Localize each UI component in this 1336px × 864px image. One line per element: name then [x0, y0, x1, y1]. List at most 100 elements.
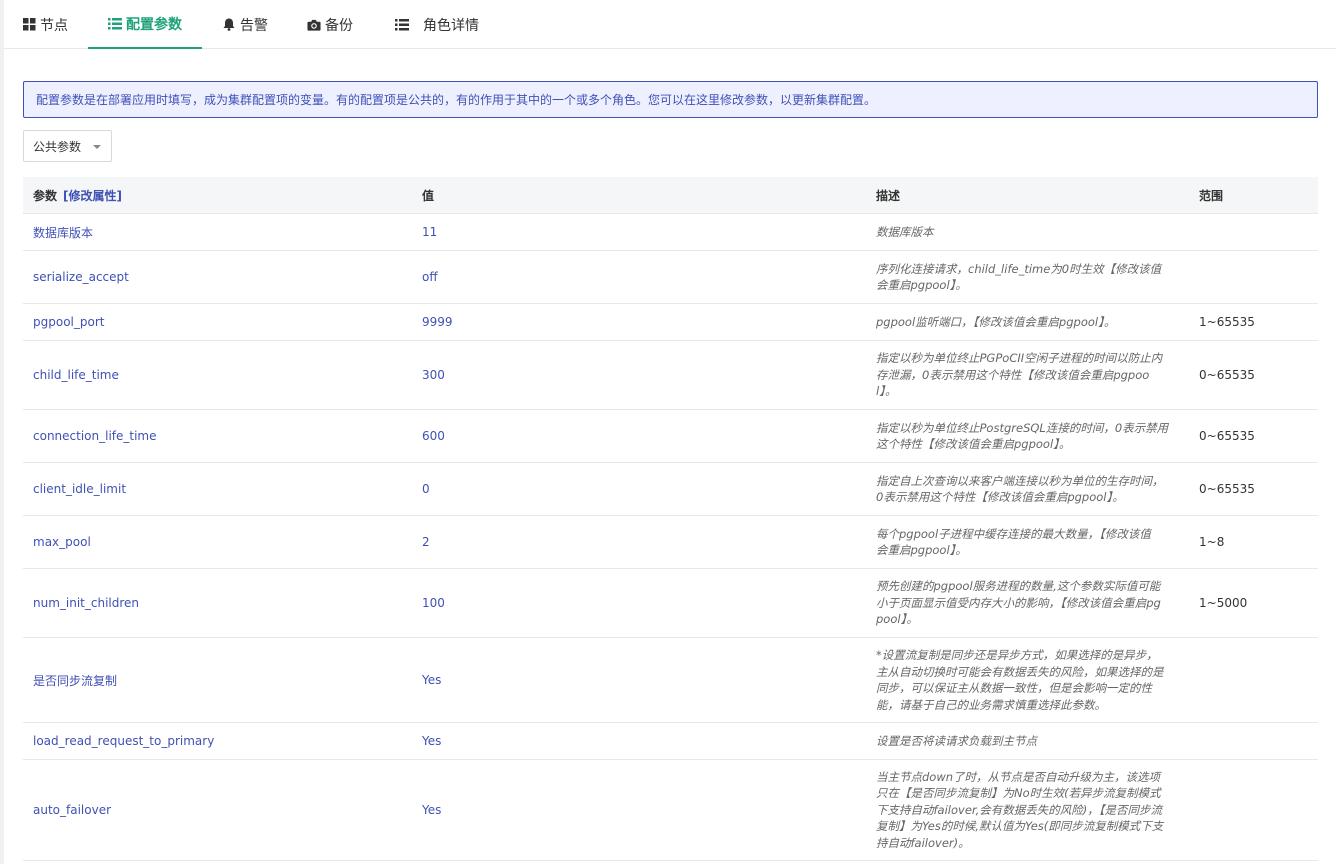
- param-range: 1~65535: [1199, 315, 1255, 329]
- param-value[interactable]: 100: [422, 569, 445, 637]
- list-icon: [395, 18, 409, 32]
- tab-config-params[interactable]: 配置参数: [88, 0, 202, 49]
- param-range: 0~65535: [1199, 429, 1255, 443]
- modify-attributes-link[interactable]: [修改属性]: [63, 187, 122, 204]
- param-value[interactable]: 11: [422, 214, 437, 250]
- description-line: l】。: [876, 384, 897, 399]
- param-value[interactable]: 2: [422, 516, 430, 568]
- params-table: 参数 [修改属性] 值 描述 范围 数据库版本 11 数据库版本 serialize_…: [23, 177, 1318, 861]
- description-line: 预先创建的pgpool服务进程的数量,这个参数实际值可能: [876, 579, 1161, 594]
- tab-role-details[interactable]: 角色详情: [395, 0, 479, 49]
- param-value[interactable]: Yes: [422, 723, 441, 759]
- param-description: 指定以秒为单位终止PGPoCII空闲子进程的时间以防止内 存泄漏，0表示禁用这个特…: [876, 341, 1180, 409]
- param-range: 0~65535: [1199, 368, 1255, 382]
- param-value[interactable]: Yes: [422, 760, 441, 860]
- tab-label: 节点: [40, 17, 68, 34]
- param-description: *设置流复制是同步还是异步方式，如果选择的是异步， 主从自动切换时可能会有数据丢失…: [876, 638, 1180, 722]
- param-name[interactable]: max_pool: [33, 516, 91, 568]
- description-line: 复制】为Yes的时候,默认值为Yes(即同步流复制模式下支: [876, 819, 1164, 834]
- description-line: 当主节点down了时，从节点是否自动升级为主，该选项: [876, 769, 1161, 784]
- table-row: pgpool_port 9999 pgpool监听端口，【修改该值会重启pgpool…: [23, 304, 1318, 341]
- description-line: 序列化连接请求，child_life_time为0时生效【修改该值: [876, 261, 1162, 276]
- param-name[interactable]: load_read_request_to_primary: [33, 723, 214, 759]
- param-description: 预先创建的pgpool服务进程的数量,这个参数实际值可能 小于页面显示值受内存大小…: [876, 569, 1180, 637]
- header-param-label: 参数: [33, 189, 58, 203]
- description-line: 这个特性【修改该值会重启pgpool】。: [876, 437, 1071, 451]
- camera-icon: [307, 18, 321, 32]
- param-description: 当主节点down了时，从节点是否自动升级为主，该选项 只在【是否同步流复制】为No…: [876, 760, 1180, 860]
- param-name[interactable]: child_life_time: [33, 341, 119, 409]
- description-line: *设置流复制是同步还是异步方式，如果选择的是异步，: [876, 648, 1158, 662]
- param-value[interactable]: Yes: [422, 638, 441, 722]
- description-line: 会重启pgpool】。: [876, 278, 967, 292]
- param-description: 序列化连接请求，child_life_time为0时生效【修改该值 会重启pgpo…: [876, 251, 1180, 303]
- param-range: 1~8: [1199, 535, 1225, 549]
- header-range: 范围: [1199, 189, 1224, 203]
- header-value: 值: [422, 189, 435, 203]
- param-name[interactable]: 数据库版本: [33, 214, 93, 250]
- description-line: 指定以秒为单位终止PGPoCII空闲子进程的时间以防止内: [876, 351, 1163, 366]
- param-name[interactable]: num_init_children: [33, 569, 139, 637]
- param-value[interactable]: 300: [422, 341, 445, 409]
- select-value: 公共参数: [33, 139, 82, 154]
- list-icon: [108, 17, 122, 31]
- table-row: 数据库版本 11 数据库版本: [23, 214, 1318, 251]
- table-header: 参数 [修改属性] 值 描述 范围: [23, 177, 1318, 214]
- description-line: 存泄漏，0表示禁用这个特性【修改该值会重启pgpoo: [876, 367, 1150, 382]
- param-description: 每个pgpool子进程中缓存连接的最大数量，【修改该值 会重启pgpool】。: [876, 516, 1180, 568]
- table-row: child_life_time 300 指定以秒为单位终止PGPoCII空闲子进程的…: [23, 341, 1318, 410]
- param-value[interactable]: 600: [422, 410, 445, 462]
- tab-bar: 节点 配置参数 告警 备份 角色详情: [4, 0, 1336, 49]
- tab-alarms[interactable]: 告警: [222, 0, 268, 49]
- description-line: pool】。: [876, 612, 918, 627]
- param-range: 0~65535: [1199, 482, 1255, 496]
- param-value[interactable]: 9999: [422, 304, 453, 340]
- param-value[interactable]: 0: [422, 463, 430, 515]
- tab-label: 告警: [240, 17, 268, 34]
- description-line: 设置是否将读请求负载到主节点: [876, 733, 1037, 748]
- description-line: 小于页面显示值受内存大小的影响，【修改该值会重启pg: [876, 595, 1161, 610]
- description-line: pgpool监听端口，【修改该值会重启pgpool】。: [876, 314, 1116, 329]
- window-edge: [0, 0, 4, 864]
- param-description: 设置是否将读请求负载到主节点: [876, 723, 1180, 759]
- param-name[interactable]: serialize_accept: [33, 251, 129, 303]
- description-line: 下支持自动failover,会有数据丢失的风险)，【是否同步流: [876, 802, 1162, 817]
- param-range: 1~5000: [1199, 596, 1248, 610]
- tab-backup[interactable]: 备份: [307, 0, 353, 49]
- table-row: num_init_children 100 预先创建的pgpool服务进程的数量,这…: [23, 569, 1318, 638]
- description-line: 指定自上次查询以来客户端连接以秒为单位的生存时间，: [876, 473, 1164, 488]
- tab-label: 角色详情: [423, 17, 479, 34]
- description-line: 主从自动切换时可能会有数据丢失的风险，如果选择的是: [876, 664, 1164, 679]
- header-param: 参数 [修改属性]: [33, 177, 122, 214]
- table-row: connection_life_time 600 指定以秒为单位终止PostgreS…: [23, 410, 1318, 463]
- param-scope-select[interactable]: 公共参数: [23, 130, 112, 162]
- param-name[interactable]: pgpool_port: [33, 304, 104, 340]
- param-name[interactable]: 是否同步流复制: [33, 638, 117, 722]
- description-line: 能，请基于自己的业务需求慎重选择此参数。: [876, 697, 1106, 712]
- tab-label: 备份: [325, 17, 353, 34]
- table-row: load_read_request_to_primary Yes 设置是否将读请求负…: [23, 723, 1318, 760]
- description-line: 同步，可以保证主从数据一致性，但是会影响一定的性: [876, 681, 1152, 695]
- param-name[interactable]: client_idle_limit: [33, 463, 126, 515]
- table-row: 是否同步流复制 Yes *设置流复制是同步还是异步方式，如果选择的是异步， 主从自动切…: [23, 638, 1318, 723]
- param-description: 指定自上次查询以来客户端连接以秒为单位的生存时间， 0表示禁用这个特性【修改该值会…: [876, 463, 1180, 515]
- info-notice: 配置参数是在部署应用时填写，成为集群配置项的变量。有的配置项是公共的，有的作用于…: [23, 81, 1318, 118]
- description-line: 数据库版本: [876, 224, 934, 239]
- param-name[interactable]: connection_life_time: [33, 410, 157, 462]
- caret-down-icon: [93, 145, 101, 149]
- tab-nodes[interactable]: 节点: [22, 0, 68, 49]
- table-body: 数据库版本 11 数据库版本 serialize_accept off 序列化连接请求，c…: [23, 214, 1318, 861]
- param-description: pgpool监听端口，【修改该值会重启pgpool】。: [876, 304, 1180, 340]
- tab-label: 配置参数: [126, 16, 182, 33]
- description-line: 每个pgpool子进程中缓存连接的最大数量，【修改该值: [876, 526, 1151, 541]
- param-description: 指定以秒为单位终止PostgreSQL连接的时间，0表示禁用 这个特性【修改该值会…: [876, 410, 1180, 462]
- grid-icon: [22, 18, 36, 32]
- header-desc: 描述: [876, 189, 901, 203]
- table-row: client_idle_limit 0 指定自上次查询以来客户端连接以秒为单位的生存…: [23, 463, 1318, 516]
- param-name[interactable]: auto_failover: [33, 760, 111, 860]
- description-line: 0表示禁用这个特性【修改该值会重启pgpool】。: [876, 490, 1124, 504]
- description-line: 持自动failover)。: [876, 835, 970, 850]
- table-row: max_pool 2 每个pgpool子进程中缓存连接的最大数量，【修改该值 会重启p…: [23, 516, 1318, 569]
- param-value[interactable]: off: [422, 251, 438, 303]
- table-row: auto_failover Yes 当主节点down了时，从节点是否自动升级为主，该…: [23, 760, 1318, 861]
